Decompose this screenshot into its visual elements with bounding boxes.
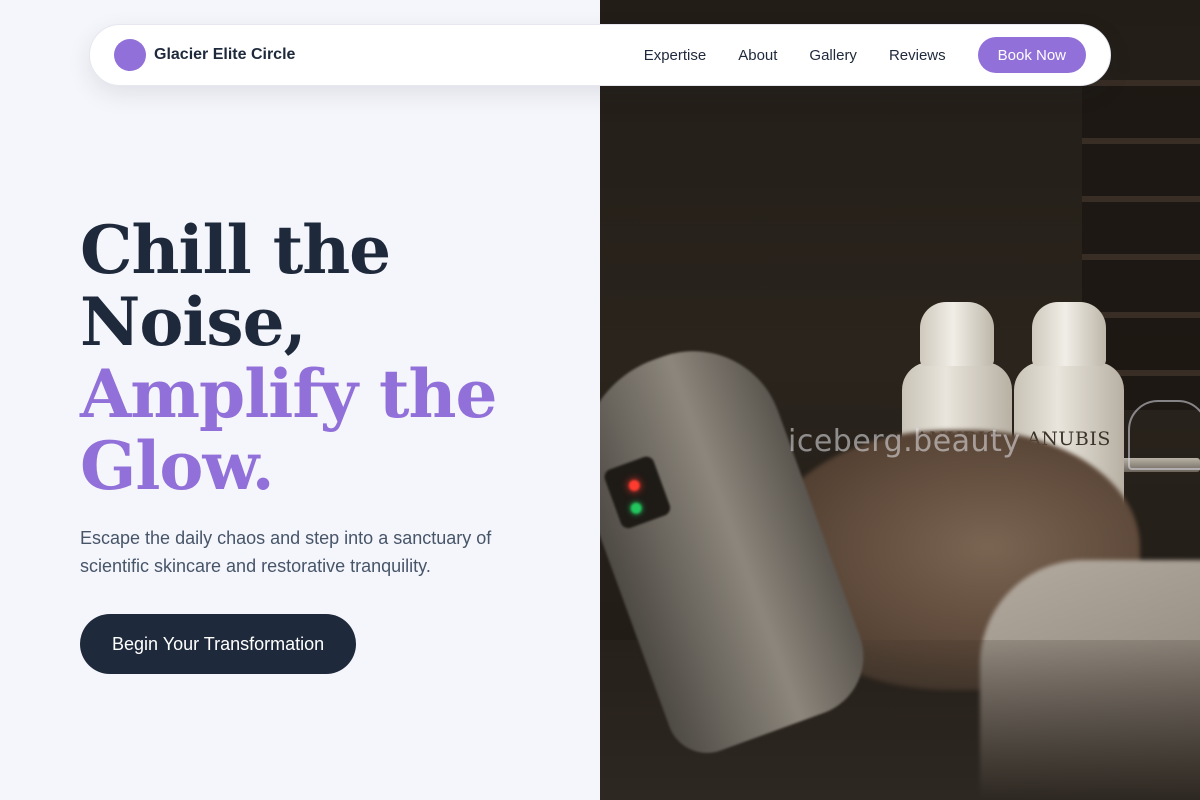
hero-subtext: Escape the daily chaos and step into a s… [80, 528, 492, 576]
top-navbar: Glacier Elite Circle Expertise About Gal… [89, 24, 1111, 86]
red-led-icon [627, 478, 642, 493]
led-panel [602, 454, 673, 531]
hero-headline: Chill the Noise, Amplify the Glow. [80, 214, 580, 502]
nav-link-reviews[interactable]: Reviews [889, 47, 946, 64]
headline-line-3: Amplify the [80, 355, 498, 433]
logo-icon[interactable] [114, 39, 146, 71]
hero-section: Chill the Noise, Amplify the Glow. Escap… [80, 214, 580, 674]
brand-name[interactable]: Glacier Elite Circle [154, 46, 295, 64]
headline-line-1: Chill the [80, 211, 391, 289]
hero-photo: ANUBIS ANUBIS iceberg.beauty [600, 0, 1200, 800]
bottle-cap [1032, 302, 1106, 366]
nav-link-about[interactable]: About [738, 47, 777, 64]
nav-link-expertise[interactable]: Expertise [644, 47, 707, 64]
nav-links: Expertise About Gallery Reviews Book Now [644, 37, 1086, 73]
glass-jar [1128, 400, 1200, 470]
watermark: iceberg.beauty [788, 424, 1021, 459]
book-now-button[interactable]: Book Now [977, 37, 1086, 73]
green-led-icon [629, 501, 644, 516]
begin-transformation-button[interactable]: Begin Your Transformation [80, 614, 357, 674]
headline-line-2: Noise, [80, 283, 307, 361]
headline-line-4: Glow. [80, 427, 275, 505]
nav-link-gallery[interactable]: Gallery [809, 47, 857, 64]
bottle-cap [920, 302, 994, 366]
